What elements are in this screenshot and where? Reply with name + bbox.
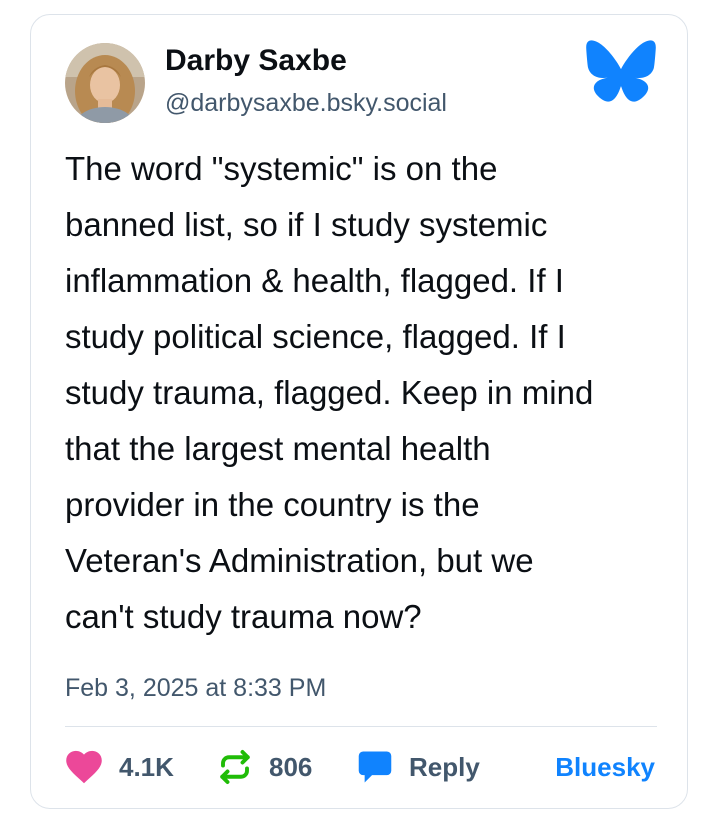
reply-label: Reply bbox=[409, 751, 480, 782]
post-text-line: inflammation & health, flagged. If I bbox=[65, 262, 564, 299]
speech-bubble-icon bbox=[357, 750, 393, 784]
author-display-name[interactable]: Darby Saxbe bbox=[165, 41, 347, 81]
post-text-line: provider in the country is the bbox=[65, 486, 480, 523]
post-text-line: banned list, so if I study systemic bbox=[65, 206, 548, 243]
heart-icon bbox=[65, 750, 103, 784]
bluesky-link[interactable]: Bluesky bbox=[555, 747, 655, 787]
repost-arrows-icon bbox=[217, 749, 253, 785]
like-button[interactable]: 4.1K bbox=[65, 747, 174, 787]
bluesky-butterfly-icon[interactable] bbox=[585, 39, 657, 103]
post-text-line: study trauma, flagged. Keep in mind bbox=[65, 374, 594, 411]
avatar[interactable] bbox=[65, 43, 145, 123]
post-text-line: that the largest mental health bbox=[65, 430, 491, 467]
post-text-line: study political science, flagged. If I bbox=[65, 318, 566, 355]
post-text: The word "systemic" is on the banned lis… bbox=[65, 141, 661, 645]
reply-button[interactable]: Reply bbox=[357, 747, 480, 787]
post-timestamp[interactable]: Feb 3, 2025 at 8:33 PM bbox=[65, 670, 326, 706]
author-handle[interactable]: @darbysaxbe.bsky.social bbox=[165, 85, 447, 121]
post-text-line: can't study trauma now? bbox=[65, 598, 422, 635]
post-text-line: Veteran's Administration, but we bbox=[65, 542, 534, 579]
post-card: Darby Saxbe @darbysaxbe.bsky.social The … bbox=[30, 14, 688, 809]
repost-button[interactable]: 806 bbox=[217, 747, 312, 787]
post-text-line: The word "systemic" is on the bbox=[65, 150, 498, 187]
divider bbox=[65, 726, 657, 727]
repost-count: 806 bbox=[269, 751, 313, 782]
like-count: 4.1K bbox=[119, 751, 174, 782]
